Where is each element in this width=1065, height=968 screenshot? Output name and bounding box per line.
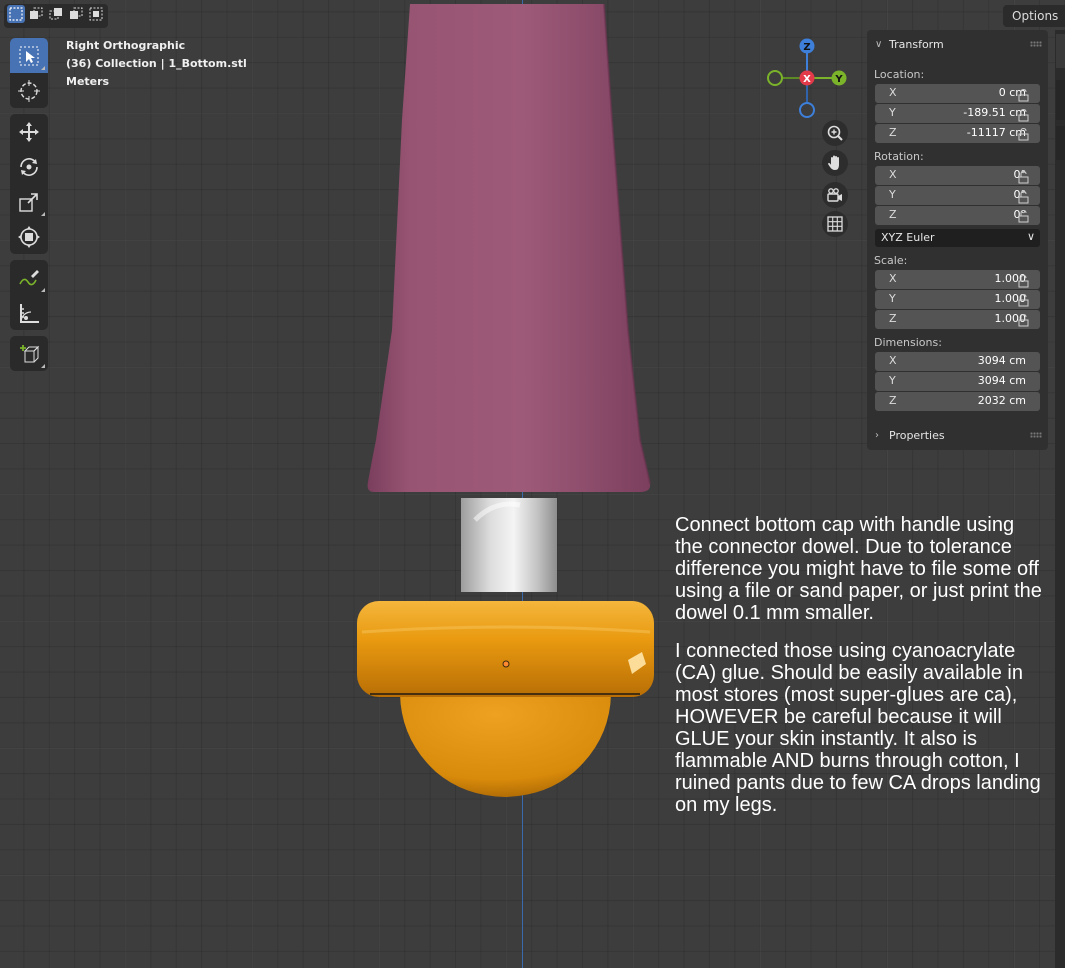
cursor-icon bbox=[18, 79, 40, 102]
tool-transform[interactable] bbox=[10, 219, 48, 254]
dimensions-z-field[interactable]: Z 2032 cm bbox=[875, 392, 1040, 411]
collection-info: (36) Collection | 1_Bottom.stl bbox=[66, 57, 247, 70]
rotation-z-field[interactable]: Z 0° bbox=[875, 206, 1040, 225]
lock-rotation-x-icon[interactable] bbox=[1017, 170, 1031, 184]
pan-button[interactable] bbox=[822, 150, 848, 176]
lock-location-z-icon[interactable] bbox=[1017, 127, 1031, 141]
lock-scale-z-icon[interactable] bbox=[1017, 313, 1031, 327]
note-paragraph-2: I connected those using cyanoacrylate (C… bbox=[675, 640, 1041, 816]
rotation-y-field[interactable]: Y 0° bbox=[875, 186, 1040, 205]
handle-mesh bbox=[367, 4, 651, 492]
tool-add-cube[interactable] bbox=[10, 336, 48, 371]
scale-x-field[interactable]: X 1.000 bbox=[875, 270, 1040, 289]
sidebar-tabs bbox=[1055, 30, 1065, 968]
instruction-notes: Connect bottom cap with handle using the… bbox=[675, 514, 1047, 832]
viewport-info: Right Orthographic (36) Collection | 1_B… bbox=[66, 37, 247, 91]
select-box-icon bbox=[19, 46, 39, 65]
view-name: Right Orthographic bbox=[66, 39, 186, 52]
dimensions-x-field[interactable]: X 3094 cm bbox=[875, 352, 1040, 371]
properties-header[interactable]: › Properties bbox=[875, 426, 945, 444]
tool-cursor[interactable] bbox=[10, 73, 48, 108]
tool-select-box[interactable] bbox=[10, 38, 48, 73]
chevron-down-icon: ∨ bbox=[875, 38, 883, 50]
zoom-icon bbox=[827, 125, 843, 141]
dimensions-y-field[interactable]: Y 3094 cm bbox=[875, 372, 1040, 391]
navigation-gizmo[interactable]: Z Y X bbox=[760, 36, 854, 126]
select-intersect-icon[interactable] bbox=[87, 5, 105, 23]
gizmo-y-label: Y bbox=[834, 74, 843, 85]
drag-handle-icon[interactable] bbox=[1030, 432, 1042, 438]
lock-location-x-icon[interactable] bbox=[1017, 88, 1031, 102]
tool-rotate[interactable] bbox=[10, 149, 48, 184]
add-cube-icon bbox=[20, 344, 40, 362]
cap-dome-mesh bbox=[400, 694, 611, 797]
transform-header[interactable]: ∨ Transform bbox=[875, 35, 944, 53]
scale-icon bbox=[19, 192, 38, 212]
location-z-field[interactable]: Z -11117 cm bbox=[875, 124, 1040, 143]
select-subtract-icon[interactable] bbox=[47, 5, 65, 23]
lock-scale-x-icon[interactable] bbox=[1017, 274, 1031, 288]
note-paragraph-1: Connect bottom cap with handle using the… bbox=[675, 514, 1042, 624]
grid-icon bbox=[827, 216, 843, 232]
move-icon bbox=[19, 121, 39, 142]
gizmo-neg-y bbox=[767, 70, 783, 86]
options-label: Options bbox=[1012, 9, 1059, 23]
tab-item[interactable] bbox=[1056, 34, 1065, 68]
select-new-icon[interactable] bbox=[7, 5, 25, 23]
tool-scale[interactable] bbox=[10, 184, 48, 219]
chevron-down-icon: ∨ bbox=[1026, 230, 1035, 243]
tool-annotate[interactable] bbox=[10, 260, 48, 295]
tab-tool[interactable] bbox=[1056, 80, 1065, 120]
gizmo-z-label: Z bbox=[803, 42, 810, 53]
tool-shelf bbox=[10, 38, 48, 377]
measure-icon bbox=[20, 303, 39, 323]
rotation-mode-dropdown[interactable]: XYZ Euler ∨ bbox=[875, 229, 1040, 247]
tab-view[interactable] bbox=[1056, 126, 1065, 160]
rotation-x-field[interactable]: X 0° bbox=[875, 166, 1040, 185]
tool-measure[interactable] bbox=[10, 295, 48, 330]
lock-scale-y-icon[interactable] bbox=[1017, 293, 1031, 307]
chevron-right-icon: › bbox=[875, 429, 879, 441]
ortho-toggle-button[interactable] bbox=[822, 211, 848, 237]
location-label: Location: bbox=[874, 68, 925, 81]
tool-move[interactable] bbox=[10, 114, 48, 149]
drag-handle-icon[interactable] bbox=[1030, 41, 1042, 47]
transform-icon bbox=[18, 225, 40, 248]
camera-icon bbox=[827, 188, 842, 202]
dowel-mesh bbox=[461, 498, 557, 592]
hand-icon bbox=[828, 155, 839, 170]
properties-title: Properties bbox=[889, 428, 945, 442]
lock-location-y-icon[interactable] bbox=[1017, 108, 1031, 122]
select-extend-icon[interactable] bbox=[27, 5, 45, 23]
lock-rotation-z-icon[interactable] bbox=[1017, 209, 1031, 223]
annotate-icon bbox=[19, 269, 39, 285]
rotate-icon bbox=[20, 157, 38, 176]
gizmo-x-label: X bbox=[803, 74, 811, 85]
dimensions-label: Dimensions: bbox=[874, 336, 942, 349]
select-difference-icon[interactable] bbox=[67, 5, 85, 23]
transform-title: Transform bbox=[889, 37, 944, 51]
scale-z-field[interactable]: Z 1.000 bbox=[875, 310, 1040, 329]
selection-mode-group[interactable] bbox=[4, 4, 108, 28]
rotation-mode-value: XYZ Euler bbox=[881, 231, 935, 244]
gizmo-neg-z bbox=[799, 102, 815, 118]
location-y-field[interactable]: Y -189.51 cm bbox=[875, 104, 1040, 123]
camera-view-button[interactable] bbox=[822, 182, 848, 208]
scale-label: Scale: bbox=[874, 254, 908, 267]
options-dropdown[interactable]: Options bbox=[1003, 5, 1065, 27]
units-label: Meters bbox=[66, 75, 110, 88]
cap-ring-mesh bbox=[357, 601, 654, 697]
location-x-field[interactable]: X0 cm bbox=[875, 84, 1040, 103]
lock-rotation-y-icon[interactable] bbox=[1017, 190, 1031, 204]
zoom-button[interactable] bbox=[822, 120, 848, 146]
scale-y-field[interactable]: Y 1.000 bbox=[875, 290, 1040, 309]
rotation-label: Rotation: bbox=[874, 150, 924, 163]
